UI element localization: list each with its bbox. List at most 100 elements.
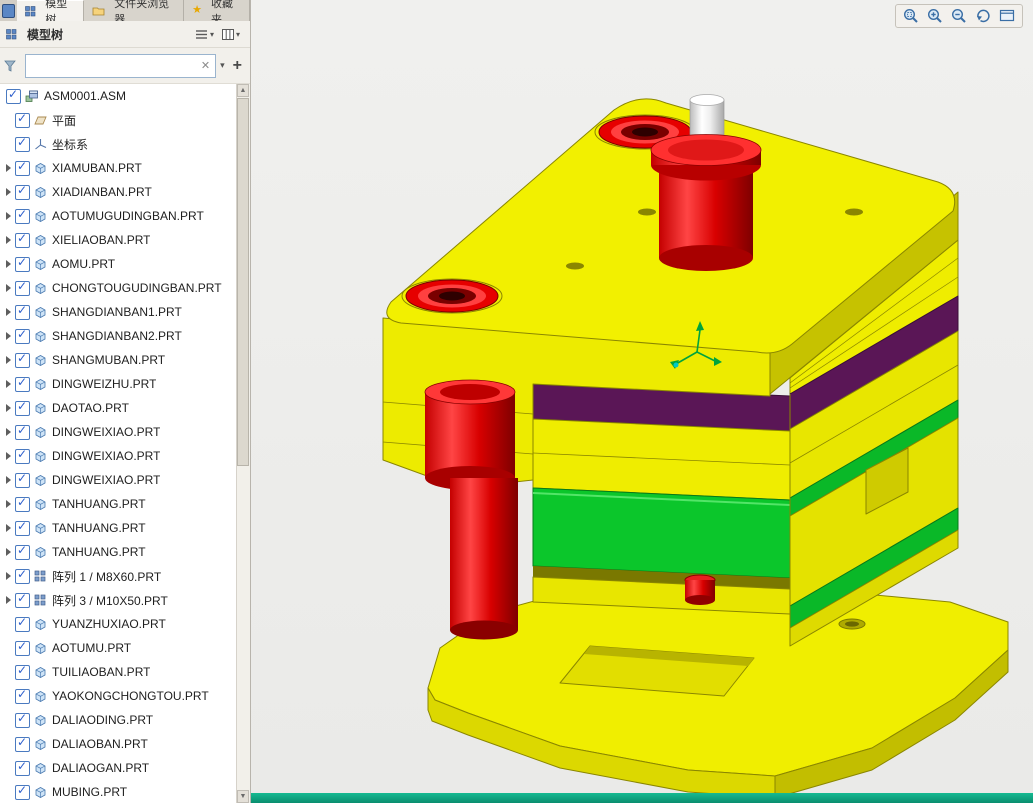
visibility-checkbox[interactable] xyxy=(15,567,30,584)
tree-item[interactable]: YUANZHUXIAO.PRT xyxy=(0,612,237,636)
tree-root-item[interactable]: ASM0001.ASM xyxy=(0,84,237,108)
visibility-checkbox[interactable] xyxy=(15,663,30,680)
visibility-checkbox[interactable] xyxy=(15,351,30,368)
tab-model-tree[interactable]: 模型树 xyxy=(17,0,85,26)
expand-arrow-icon[interactable] xyxy=(6,356,11,364)
tree-item[interactable]: SHANGMUBAN.PRT xyxy=(0,348,237,372)
expand-arrow-icon[interactable] xyxy=(6,260,11,268)
visibility-checkbox[interactable] xyxy=(15,327,30,344)
expand-arrow-icon[interactable] xyxy=(6,404,11,412)
visibility-checkbox[interactable] xyxy=(15,615,30,632)
tree-item[interactable]: AOMU.PRT xyxy=(0,252,237,276)
tree-item[interactable]: DALIAODING.PRT xyxy=(0,708,237,732)
expand-arrow-icon[interactable] xyxy=(6,524,11,532)
tree-item[interactable]: DALIAOGAN.PRT xyxy=(0,756,237,780)
zoom-region-icon[interactable] xyxy=(902,7,920,25)
expand-arrow-icon[interactable] xyxy=(6,476,11,484)
tree-item[interactable]: YAOKONGCHONGTOU.PRT xyxy=(0,684,237,708)
visibility-checkbox[interactable] xyxy=(15,735,30,752)
spin-center-icon[interactable] xyxy=(974,7,992,25)
visibility-checkbox[interactable] xyxy=(15,783,30,800)
expand-arrow-icon[interactable] xyxy=(6,212,11,220)
scrollbar-thumb[interactable] xyxy=(237,98,249,466)
tree-item[interactable]: 平面 xyxy=(0,108,237,132)
tree-item[interactable]: 阵列 3 / M10X50.PRT xyxy=(0,588,237,612)
browser-sash-bar[interactable] xyxy=(251,793,1033,803)
view-manager-icon[interactable] xyxy=(998,7,1016,25)
tab-folder-browser[interactable]: 文件夹浏览器 xyxy=(84,0,185,26)
expand-arrow-icon[interactable] xyxy=(6,284,11,292)
tree-item[interactable]: XIADIANBAN.PRT xyxy=(0,180,237,204)
visibility-checkbox[interactable] xyxy=(15,231,30,248)
tree-item[interactable]: TANHUANG.PRT xyxy=(0,540,237,564)
visibility-checkbox[interactable] xyxy=(15,543,30,560)
clear-search-icon[interactable]: ✕ xyxy=(196,59,215,72)
visibility-checkbox[interactable] xyxy=(6,87,21,104)
visibility-checkbox[interactable] xyxy=(15,759,30,776)
tree-item[interactable]: DINGWEIXIAO.PRT xyxy=(0,444,237,468)
visibility-checkbox[interactable] xyxy=(15,519,30,536)
visibility-checkbox[interactable] xyxy=(15,591,30,608)
visibility-checkbox[interactable] xyxy=(15,471,30,488)
tree-columns-button[interactable]: ▾ xyxy=(218,27,244,42)
search-options-dropdown[interactable]: ▾ xyxy=(220,60,225,71)
expand-arrow-icon[interactable] xyxy=(6,380,11,388)
visibility-checkbox[interactable] xyxy=(15,183,30,200)
visibility-checkbox[interactable] xyxy=(15,375,30,392)
tree-item[interactable]: AOTUMUGUDINGBAN.PRT xyxy=(0,204,237,228)
scroll-up-button[interactable]: ▲ xyxy=(237,84,249,97)
tree-item[interactable]: MUBING.PRT xyxy=(0,780,237,803)
visibility-checkbox[interactable] xyxy=(15,639,30,656)
tree-item[interactable]: DINGWEIXIAO.PRT xyxy=(0,468,237,492)
zoom-in-icon[interactable] xyxy=(926,7,944,25)
visibility-checkbox[interactable] xyxy=(15,111,30,128)
search-input[interactable] xyxy=(26,56,196,75)
tree-item[interactable]: TANHUANG.PRT xyxy=(0,516,237,540)
tree-item[interactable]: SHANGDIANBAN1.PRT xyxy=(0,300,237,324)
visibility-checkbox[interactable] xyxy=(15,495,30,512)
expand-arrow-icon[interactable] xyxy=(6,452,11,460)
visibility-checkbox[interactable] xyxy=(15,423,30,440)
tree-display-settings-button[interactable]: ▾ xyxy=(191,27,218,42)
visibility-checkbox[interactable] xyxy=(15,399,30,416)
visibility-checkbox[interactable] xyxy=(15,687,30,704)
tree-item[interactable]: DAOTAO.PRT xyxy=(0,396,237,420)
expand-arrow-icon[interactable] xyxy=(6,596,11,604)
guide-pillar[interactable] xyxy=(424,379,518,640)
3d-viewport[interactable] xyxy=(251,0,1033,803)
expand-arrow-icon[interactable] xyxy=(6,164,11,172)
visibility-checkbox[interactable] xyxy=(15,255,30,272)
tree-item[interactable]: XIELIAOBAN.PRT xyxy=(0,228,237,252)
expand-arrow-icon[interactable] xyxy=(6,500,11,508)
tree-item[interactable]: XIAMUBAN.PRT xyxy=(0,156,237,180)
expand-arrow-icon[interactable] xyxy=(6,428,11,436)
expand-search-button[interactable]: + xyxy=(229,57,246,75)
tree-item[interactable]: AOTUMU.PRT xyxy=(0,636,237,660)
visibility-checkbox[interactable] xyxy=(15,279,30,296)
expand-arrow-icon[interactable] xyxy=(6,572,11,580)
zoom-out-icon[interactable] xyxy=(950,7,968,25)
visibility-checkbox[interactable] xyxy=(15,207,30,224)
tree-item[interactable]: TUILIAOBAN.PRT xyxy=(0,660,237,684)
expand-arrow-icon[interactable] xyxy=(6,188,11,196)
tree-item[interactable]: SHANGDIANBAN2.PRT xyxy=(0,324,237,348)
visibility-checkbox[interactable] xyxy=(15,159,30,176)
visibility-checkbox[interactable] xyxy=(15,447,30,464)
tree-item[interactable]: CHONGTOUGUDINGBAN.PRT xyxy=(0,276,237,300)
tree-item[interactable]: 坐标系 xyxy=(0,132,237,156)
expand-arrow-icon[interactable] xyxy=(6,308,11,316)
tree-item[interactable]: TANHUANG.PRT xyxy=(0,492,237,516)
visibility-checkbox[interactable] xyxy=(15,711,30,728)
graphics-area[interactable] xyxy=(251,0,1033,803)
expand-arrow-icon[interactable] xyxy=(6,548,11,556)
tree-item[interactable]: DINGWEIZHU.PRT xyxy=(0,372,237,396)
tree-item[interactable]: DINGWEIXIAO.PRT xyxy=(0,420,237,444)
visibility-checkbox[interactable] xyxy=(15,303,30,320)
expand-arrow-icon[interactable] xyxy=(6,332,11,340)
tree-item[interactable]: DALIAOBAN.PRT xyxy=(0,732,237,756)
scroll-down-button[interactable]: ▼ xyxy=(237,790,249,803)
expand-arrow-icon[interactable] xyxy=(6,236,11,244)
tree-item[interactable]: 阵列 1 / M8X60.PRT xyxy=(0,564,237,588)
visibility-checkbox[interactable] xyxy=(15,135,30,152)
tab-favorites[interactable]: ★ 收藏夹 xyxy=(184,0,250,26)
